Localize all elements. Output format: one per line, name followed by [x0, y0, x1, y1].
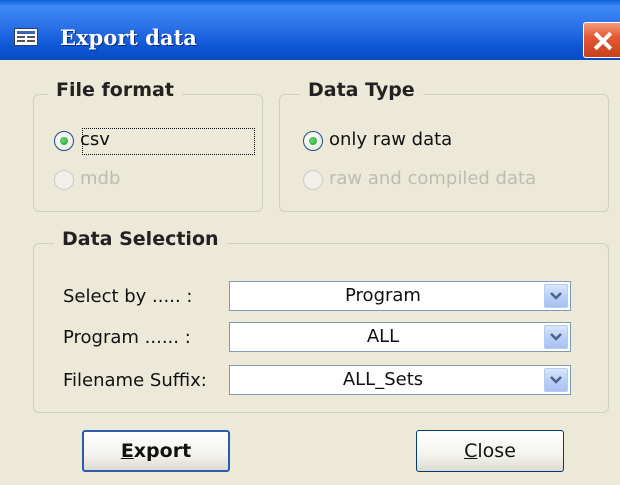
close-button[interactable]: Close	[416, 430, 564, 472]
select-by-combobox[interactable]: Program	[229, 281, 571, 311]
close-button-label: lose	[477, 440, 516, 462]
data-type-title: Data Type	[300, 79, 423, 101]
filename-suffix-label: Filename Suffix:	[63, 370, 207, 391]
filename-suffix-combobox[interactable]: ALL_Sets	[229, 365, 571, 395]
form-icon	[14, 28, 38, 46]
radio-button-mdb[interactable]	[54, 170, 74, 190]
radio-button-csv[interactable]	[54, 131, 74, 151]
chevron-down-icon[interactable]	[544, 325, 568, 349]
close-icon[interactable]	[583, 22, 620, 58]
radio-label-raw-compiled: raw and compiled data	[329, 168, 537, 189]
radio-mdb[interactable]: mdb	[54, 167, 254, 193]
program-combobox[interactable]: ALL	[229, 322, 571, 352]
file-format-title: File format	[48, 79, 182, 101]
select-by-value: Program	[345, 285, 421, 306]
radio-button-raw-compiled[interactable]	[303, 170, 323, 190]
program-label: Program ...... :	[63, 327, 191, 348]
window-title: Export data	[60, 25, 197, 50]
export-data-dialog: Export data File format csv mdb Data Typ…	[0, 0, 620, 485]
radio-only-raw-data[interactable]: only raw data	[303, 128, 593, 154]
program-value: ALL	[366, 326, 400, 347]
radio-raw-and-compiled[interactable]: raw and compiled data	[303, 167, 593, 193]
export-button[interactable]: Export	[82, 430, 230, 472]
data-selection-title: Data Selection	[54, 228, 227, 250]
radio-button-only-raw[interactable]	[303, 131, 323, 151]
select-by-label: Select by ..... :	[63, 286, 193, 307]
close-button-mnemonic: C	[464, 440, 478, 462]
radio-label-only-raw: only raw data	[329, 129, 453, 150]
title-bar[interactable]: Export data	[0, 0, 620, 60]
filename-suffix-value: ALL_Sets	[342, 369, 424, 390]
export-button-mnemonic: E	[120, 440, 134, 462]
chevron-down-icon[interactable]	[544, 284, 568, 308]
radio-csv[interactable]: csv	[54, 128, 264, 155]
radio-label-mdb: mdb	[80, 168, 121, 189]
chevron-down-icon[interactable]	[544, 368, 568, 392]
export-button-label: xport	[133, 440, 192, 462]
focus-rectangle	[82, 128, 255, 155]
